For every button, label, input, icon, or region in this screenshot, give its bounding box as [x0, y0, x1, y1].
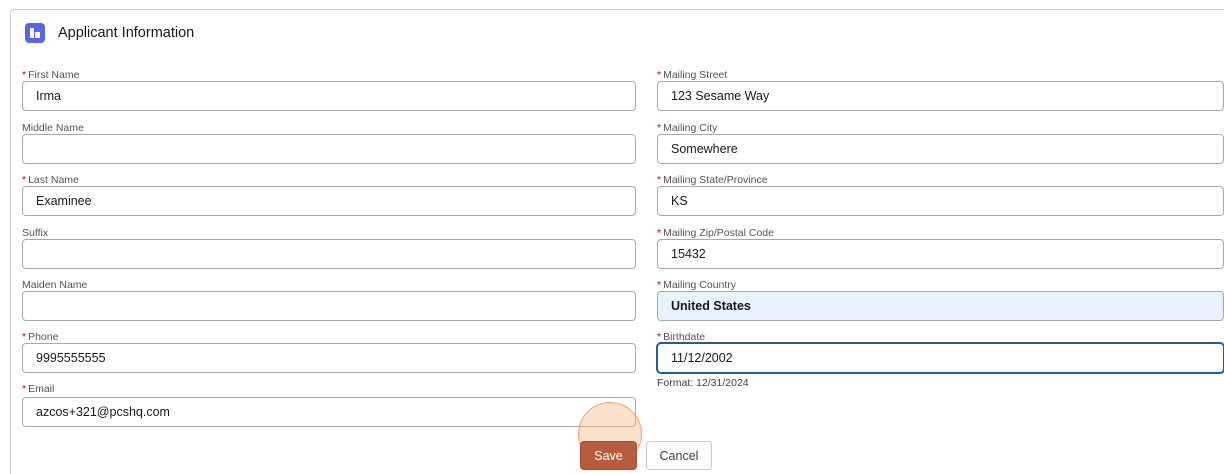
- middle-name-input[interactable]: [22, 134, 636, 164]
- mailing-country-label: * Mailing Country: [657, 279, 737, 291]
- phone-label: * Phone: [22, 331, 59, 343]
- email-input[interactable]: [22, 397, 636, 427]
- last-name-label: * Last Name: [22, 174, 79, 186]
- card-header: Applicant Information: [25, 22, 194, 44]
- suffix-input[interactable]: [22, 239, 636, 269]
- first-name-input[interactable]: [22, 81, 636, 111]
- mailing-city-label: * Mailing City: [657, 122, 718, 134]
- card-title: Applicant Information: [58, 25, 195, 41]
- birthdate-format-hint: Format: 12/31/2024: [657, 377, 749, 389]
- record-icon: [25, 23, 45, 43]
- middle-name-label: Middle Name: [22, 122, 84, 134]
- mailing-zip-label: * Mailing Zip/Postal Code: [657, 227, 774, 239]
- mailing-street-input[interactable]: [657, 81, 1224, 111]
- mailing-zip-input[interactable]: [657, 239, 1224, 269]
- maiden-name-label: Maiden Name: [22, 279, 88, 291]
- email-label: * Email: [22, 383, 55, 395]
- suffix-label: Suffix: [22, 227, 49, 239]
- mailing-city-input[interactable]: [657, 134, 1224, 164]
- mailing-street-label: * Mailing Street: [657, 69, 728, 81]
- maiden-name-input[interactable]: [22, 291, 636, 321]
- mailing-country-select[interactable]: [657, 291, 1224, 321]
- first-name-label: * First Name: [22, 69, 80, 81]
- last-name-input[interactable]: [22, 186, 636, 216]
- birthdate-input[interactable]: [657, 343, 1224, 373]
- phone-input[interactable]: [22, 343, 636, 373]
- mailing-state-input[interactable]: [657, 186, 1224, 216]
- birthdate-label: * Birthdate: [657, 331, 706, 343]
- cancel-button[interactable]: Cancel: [646, 441, 712, 470]
- save-button[interactable]: Save: [580, 441, 637, 470]
- mailing-state-label: * Mailing State/Province: [657, 174, 768, 186]
